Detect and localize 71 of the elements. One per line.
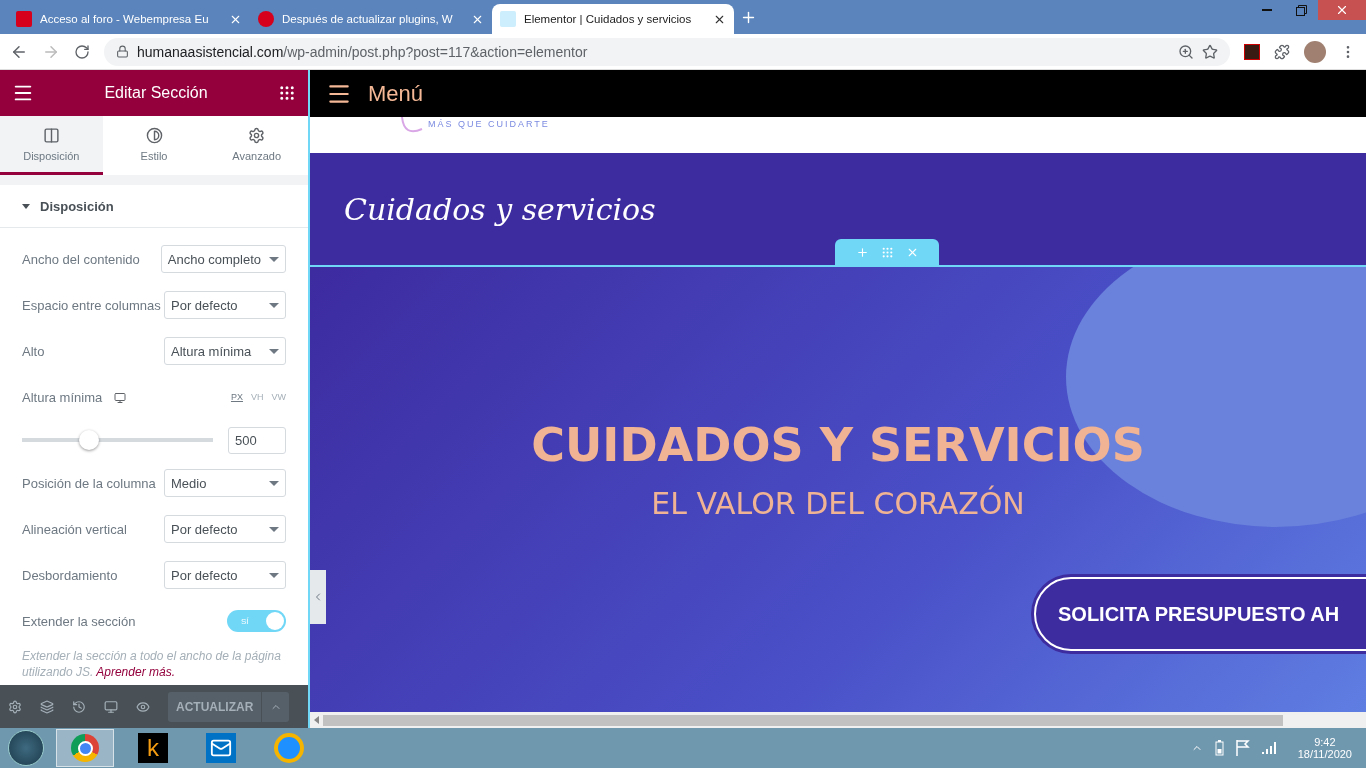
number-field[interactable]: 500 (228, 426, 286, 454)
browser-tab[interactable]: Después de actualizar plugins, W (250, 4, 492, 34)
help-text: Extender la sección a todo el ancho de la página utilizando JS. Aprender más. (22, 648, 282, 680)
flag-icon (1235, 740, 1250, 756)
control-label: Alto (22, 343, 45, 359)
menu-link[interactable]: Menú (368, 80, 424, 107)
select-field[interactable]: Altura mínima (164, 337, 286, 365)
chrome-icon (71, 734, 99, 762)
grid-icon[interactable] (278, 84, 296, 102)
select-field[interactable]: Por defecto (164, 515, 286, 543)
k-app-icon: k (138, 733, 168, 763)
control-label: Extender la sección (22, 613, 136, 629)
extension-icon[interactable] (1244, 43, 1260, 60)
select-field[interactable]: Medio (164, 469, 286, 497)
eye-icon[interactable] (136, 699, 150, 714)
scroll-left-icon[interactable] (314, 716, 319, 724)
cta-button[interactable]: SOLICITA PRESUPUESTO AH (1034, 577, 1366, 651)
taskbar-app[interactable] (56, 729, 114, 767)
control-label: Altura mínima (22, 389, 126, 405)
hero-title: CUIDADOS Y SERVICIOS (531, 418, 1145, 472)
history-icon[interactable] (72, 699, 86, 714)
puzzle-icon[interactable] (1274, 43, 1290, 60)
close-icon (1335, 3, 1349, 17)
panel-tab[interactable]: Disposición (0, 116, 103, 175)
address-field[interactable]: humanaasistencial.com/wp-admin/post.php?post=117&action=elementor (104, 37, 1230, 66)
browser-tab[interactable]: Acceso al foro - Webempresa Eu (8, 4, 250, 34)
section-header[interactable]: Disposición (0, 185, 308, 228)
control-label: Ancho del contenido (22, 251, 140, 267)
zoom-icon[interactable] (1178, 43, 1194, 60)
horizontal-scrollbar[interactable] (310, 712, 1366, 728)
start-button[interactable] (8, 730, 44, 766)
minimize-icon (1262, 9, 1272, 11)
lock-icon (116, 45, 129, 58)
columns-icon (42, 126, 60, 144)
control-label: Posición de la columna (22, 475, 156, 491)
monitor-icon (113, 392, 126, 405)
clock-date: 18/11/2020 (1297, 748, 1352, 760)
browser-e-icon (274, 733, 304, 763)
section-handle[interactable] (835, 239, 939, 265)
favicon-icon (258, 11, 274, 27)
favicon-icon (16, 11, 32, 27)
taskbar-app[interactable]: k (124, 729, 182, 767)
select-field[interactable]: Ancho completo (160, 245, 286, 273)
select-field[interactable]: Por defecto (164, 291, 286, 319)
select-field[interactable]: Por defecto (164, 561, 286, 589)
avatar[interactable] (1304, 40, 1326, 63)
restore-icon (1295, 4, 1307, 16)
settings-icon[interactable] (8, 699, 22, 714)
mail-icon (206, 733, 236, 763)
favicon-icon (500, 11, 516, 27)
learn-more-link[interactable]: Aprender más. (96, 665, 175, 679)
monitor-icon[interactable] (104, 699, 118, 714)
collapse-handle[interactable] (310, 570, 326, 624)
browser-tab[interactable]: Elementor | Cuidados y servicios (492, 4, 734, 34)
unit-option[interactable]: PX (230, 392, 243, 402)
gear-icon (248, 126, 266, 144)
control-label: Desbordamiento (22, 567, 118, 583)
signal-icon (1261, 742, 1278, 754)
control-label: Espacio entre columnas (22, 297, 161, 313)
contrast-icon (145, 126, 163, 144)
control-label: Alineación vertical (22, 521, 127, 537)
hero-subtitle: EL VALOR DEL CORAZÓN (651, 486, 1025, 521)
slider-thumb[interactable] (78, 430, 99, 450)
layers-icon[interactable] (40, 699, 54, 714)
reload-icon[interactable] (74, 43, 90, 60)
panel-title: Editar Sección (104, 84, 208, 102)
clock-time: 9:42 (1314, 736, 1336, 748)
page-title: Cuidados y servicios (344, 191, 656, 227)
star-icon[interactable] (1202, 43, 1218, 60)
logo-tagline: MÁS QUE CUIDARTE (428, 119, 550, 129)
battery-icon (1214, 740, 1224, 756)
